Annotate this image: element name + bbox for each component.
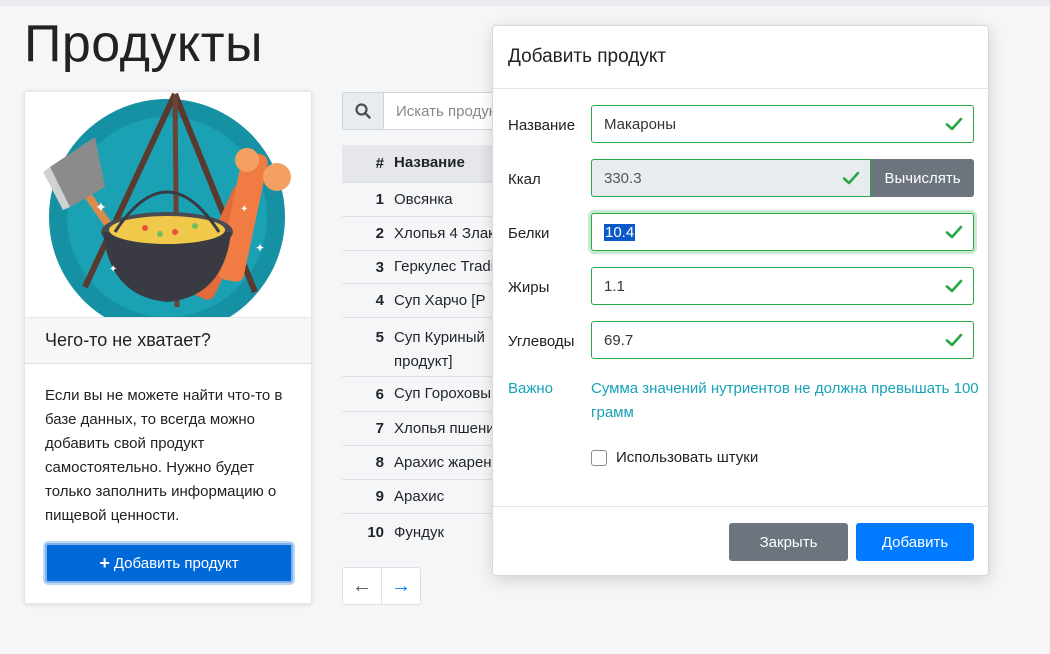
card-header: Чего-то не хватает? — [25, 317, 311, 364]
row-name[interactable]: Суп Гороховый — [394, 382, 502, 406]
kcal-value: 330.3 — [604, 169, 642, 187]
check-icon — [945, 117, 963, 131]
row-name[interactable]: Хлопья пшеничные — [394, 417, 502, 441]
kcal-label: Ккал — [508, 171, 541, 188]
protein-field[interactable]: 10.4 — [591, 213, 974, 251]
use-pieces-option[interactable]: Использовать штуки — [591, 449, 758, 466]
row-num: 10 — [367, 524, 384, 541]
row-name[interactable]: Суп Харчо [Р — [394, 289, 502, 313]
table-row[interactable]: 3 Геркулес Traditional — [342, 251, 502, 284]
add-product-button[interactable]: + Добавить продукт — [45, 543, 293, 583]
search-icon-button[interactable] — [342, 92, 384, 130]
row-name[interactable]: Суп Куриный продукт] — [394, 326, 502, 376]
row-num: 7 — [375, 420, 384, 437]
row-num: 3 — [375, 258, 384, 276]
row-name[interactable]: Арахис — [394, 485, 502, 509]
row-num: 4 — [375, 292, 384, 309]
row-name[interactable]: Фундук — [394, 521, 502, 545]
add-product-label: Добавить продукт — [113, 554, 239, 572]
row-name[interactable]: Арахис жареный — [394, 451, 502, 475]
table-row[interactable]: 7 Хлопья пшеничные — [342, 412, 502, 446]
close-button[interactable]: Закрыть — [729, 523, 848, 561]
row-num: 9 — [375, 488, 384, 505]
prev-page-button[interactable]: ← — [343, 568, 381, 604]
kcal-field[interactable]: 330.3 — [591, 159, 871, 197]
table-row[interactable]: 5 Суп Куриный продукт] — [342, 318, 502, 377]
svg-text:✦: ✦ — [109, 264, 117, 275]
check-icon — [945, 225, 963, 239]
table-row[interactable]: 10 Фундук — [342, 514, 502, 551]
row-name[interactable]: Овсянка — [394, 188, 502, 212]
table-row[interactable]: 9 Арахис — [342, 480, 502, 514]
table-row[interactable]: 8 Арахис жареный — [342, 446, 502, 480]
arrow-left-icon: ← — [352, 574, 372, 597]
row-num: 8 — [375, 454, 384, 471]
top-bar — [0, 0, 1050, 6]
note-label: Важно — [508, 380, 554, 397]
check-icon — [945, 279, 963, 293]
header-name[interactable]: Название — [394, 151, 502, 175]
missing-product-card: ✦ ✦ ✦ ✦ Чего-то не хватает? Если вы не м… — [24, 91, 312, 604]
table-row[interactable]: 1 Овсянка — [342, 183, 502, 217]
table-header: # Название — [342, 145, 502, 183]
table-row[interactable]: 2 Хлопья 4 Злака — [342, 217, 502, 251]
protein-value: 10.4 — [604, 223, 636, 241]
row-name-line2: продукт] — [394, 353, 453, 370]
row-name[interactable]: Геркулес Traditional — [394, 255, 502, 279]
compute-button[interactable]: Вычислять — [871, 159, 974, 197]
arrow-right-icon: → — [391, 574, 411, 597]
row-num: 5 — [375, 329, 384, 346]
carbs-field[interactable]: 69.7 — [591, 321, 974, 359]
cauldron-illustration: ✦ ✦ ✦ ✦ — [25, 92, 311, 335]
carbs-value: 69.7 — [604, 331, 634, 349]
carbs-label: Углеводы — [508, 333, 575, 350]
fat-field[interactable]: 1.1 — [591, 267, 974, 305]
search-icon — [355, 103, 371, 119]
products-table: # Название 1 Овсянка 2 Хлопья 4 Злака 3 … — [342, 145, 502, 551]
header-num: # — [375, 154, 384, 172]
row-name-line1: Суп Куриный — [394, 329, 485, 346]
fat-label: Жиры — [508, 279, 550, 296]
svg-text:✦: ✦ — [240, 204, 248, 215]
plus-icon: + — [99, 553, 110, 573]
table-row[interactable]: 6 Суп Гороховый — [342, 377, 502, 412]
row-name[interactable]: Хлопья 4 Злака — [394, 222, 502, 246]
row-num: 2 — [375, 225, 384, 242]
svg-text:✦: ✦ — [95, 200, 107, 216]
fat-value: 1.1 — [604, 277, 625, 295]
table-row[interactable]: 4 Суп Харчо [Р — [342, 284, 502, 318]
check-icon — [842, 171, 860, 185]
next-page-button[interactable]: → — [381, 568, 420, 604]
note-text: Сумма значений нутриентов не должна прев… — [591, 380, 979, 421]
row-num: 1 — [375, 191, 384, 208]
protein-label: Белки — [508, 225, 550, 242]
svg-text:✦: ✦ — [255, 241, 265, 255]
modal-footer: Закрыть Добавить — [493, 506, 988, 576]
use-pieces-label: Использовать штуки — [616, 449, 759, 466]
pagination: ← → — [342, 567, 421, 605]
check-icon — [945, 333, 963, 347]
name-label: Название — [508, 117, 576, 134]
use-pieces-checkbox[interactable] — [591, 449, 607, 466]
add-product-modal: Добавить продукт Название Макароны Ккал … — [492, 25, 989, 576]
search-input[interactable]: Искать продукт — [384, 92, 502, 130]
row-num: 6 — [375, 385, 384, 403]
card-description: Если вы не можете найти что-то в базе да… — [45, 387, 283, 524]
page-title: Продукты — [24, 15, 263, 73]
name-value: Макароны — [604, 115, 676, 133]
add-button[interactable]: Добавить — [856, 523, 974, 561]
modal-title: Добавить продукт — [493, 26, 988, 89]
search-bar: Искать продукт — [342, 92, 502, 130]
name-field[interactable]: Макароны — [591, 105, 974, 143]
